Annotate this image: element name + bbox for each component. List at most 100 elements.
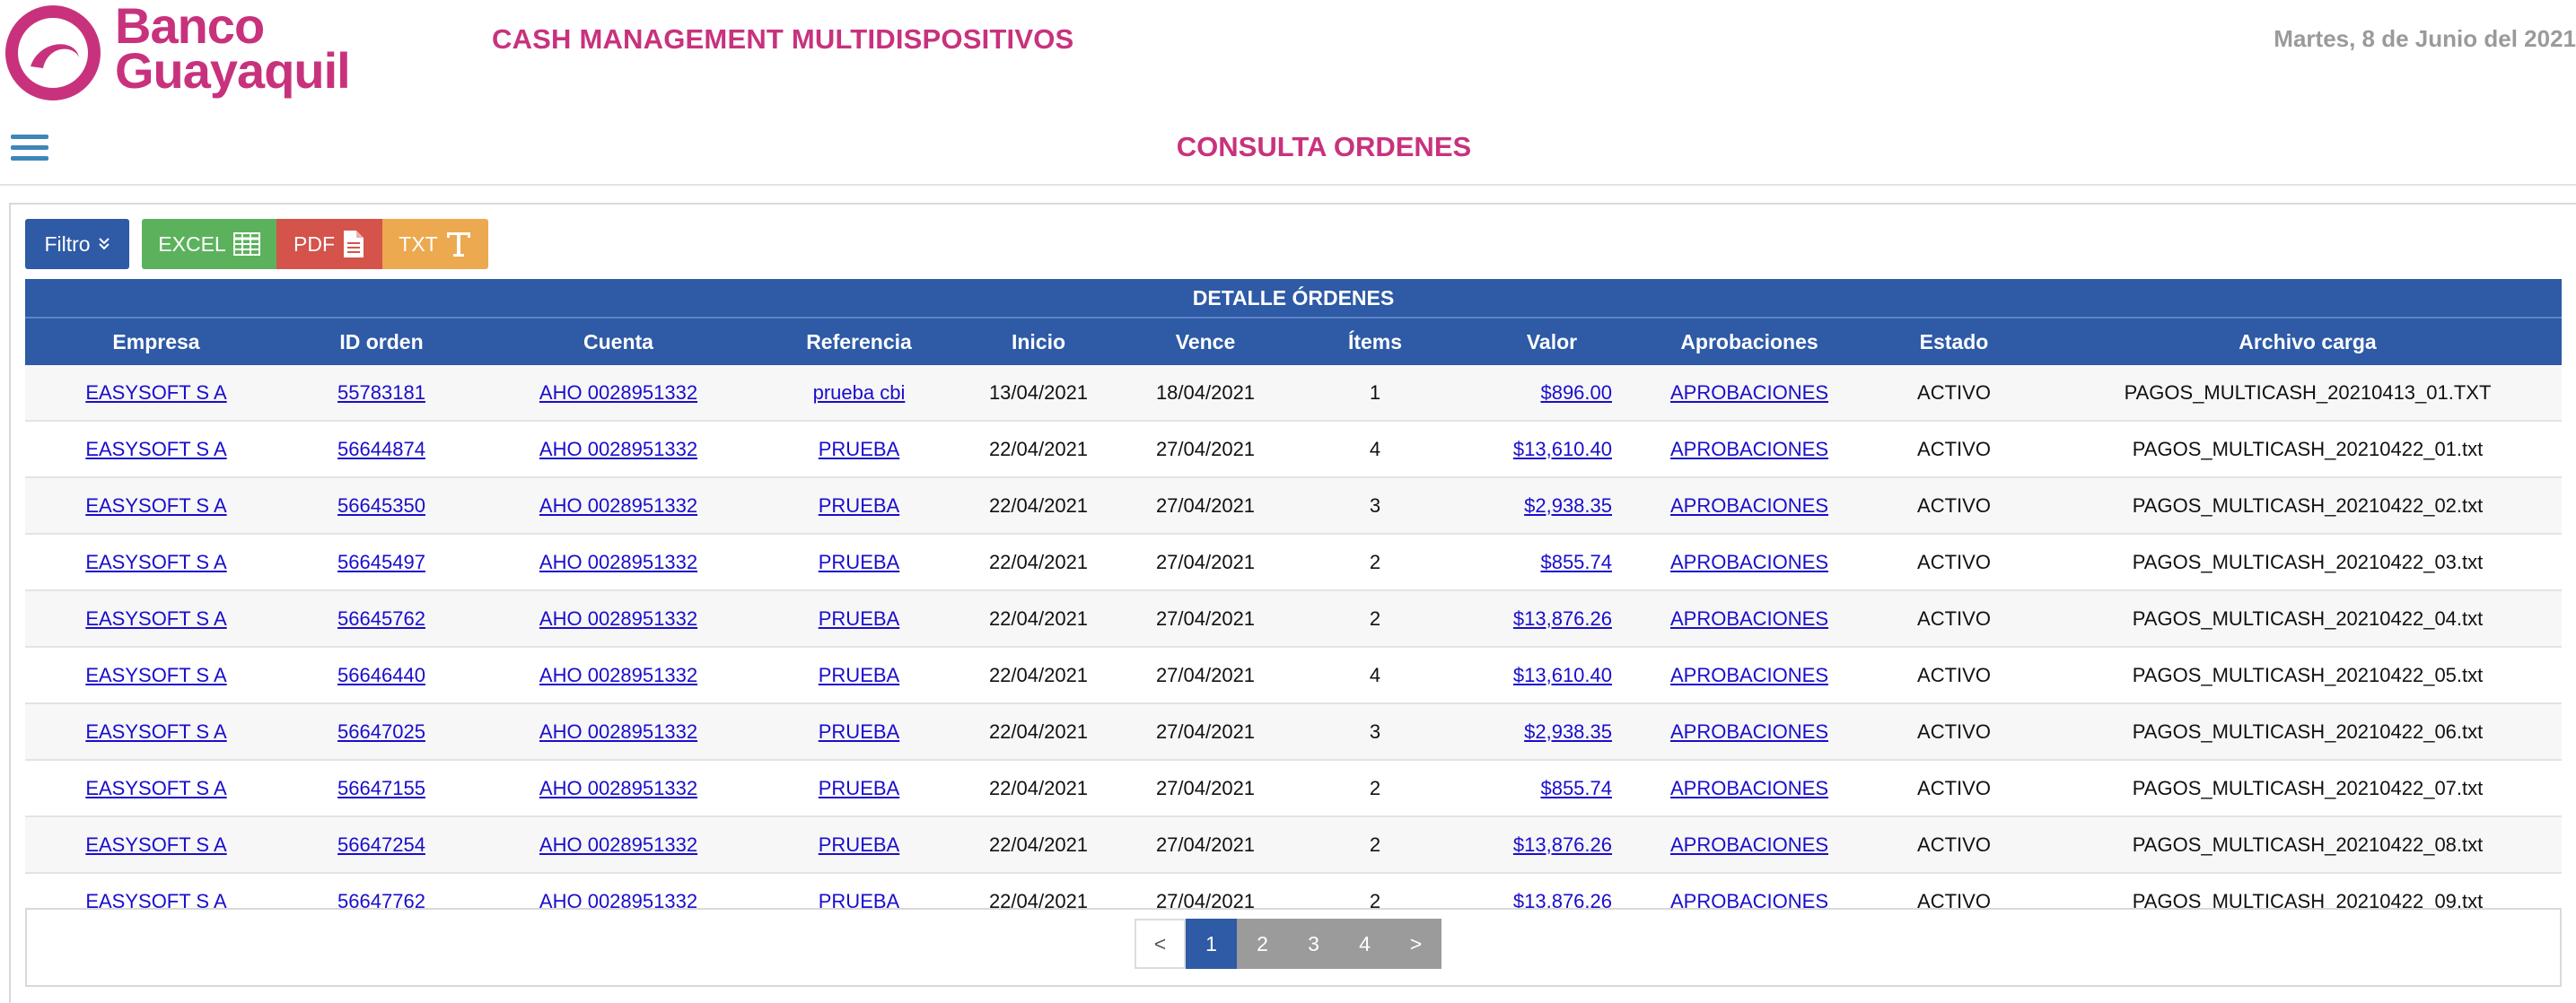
cuenta-link[interactable]: AHO 0028951332 — [539, 551, 697, 573]
cell-empresa: EASYSOFT S A — [25, 816, 287, 874]
page-button-2[interactable]: 2 — [1237, 919, 1288, 969]
cuenta-link[interactable]: AHO 0028951332 — [539, 833, 697, 856]
bank-logo[interactable]: Banco Guayaquil — [4, 1, 363, 102]
page-title: CONSULTA ORDENES — [1176, 131, 1472, 162]
cell-cuenta: AHO 0028951332 — [476, 647, 761, 704]
empresa-link[interactable]: EASYSOFT S A — [85, 381, 226, 404]
valor-link[interactable]: $13,876.26 — [1513, 607, 1612, 630]
id-orden-link[interactable]: 56645350 — [337, 494, 425, 517]
cell-empresa: EASYSOFT S A — [25, 365, 287, 422]
empresa-link[interactable]: EASYSOFT S A — [85, 607, 226, 630]
cell-aprobaciones: APROBACIONES — [1644, 647, 1854, 704]
empresa-link[interactable]: EASYSOFT S A — [85, 494, 226, 517]
id-orden-link[interactable]: 56645497 — [337, 551, 425, 573]
logo-ring-icon — [5, 5, 101, 100]
valor-link[interactable]: $855.74 — [1540, 777, 1612, 799]
empresa-link[interactable]: EASYSOFT S A — [85, 833, 226, 856]
cell-estado: ACTIVO — [1854, 703, 2054, 761]
aprobaciones-link[interactable]: APROBACIONES — [1670, 607, 1828, 630]
export-pdf-button[interactable]: PDF — [276, 219, 382, 269]
cell-inicio: 22/04/2021 — [957, 534, 1120, 591]
cuenta-link[interactable]: AHO 0028951332 — [539, 664, 697, 686]
empresa-link[interactable]: EASYSOFT S A — [85, 777, 226, 799]
id-orden-link[interactable]: 56647025 — [337, 720, 425, 743]
export-txt-button[interactable]: TXT — [382, 219, 488, 269]
aprobaciones-link[interactable]: APROBACIONES — [1670, 381, 1828, 404]
cuenta-link[interactable]: AHO 0028951332 — [539, 494, 697, 517]
referencia-link[interactable]: PRUEBA — [819, 551, 899, 573]
page-button-3[interactable]: 3 — [1288, 919, 1339, 969]
cuenta-link[interactable]: AHO 0028951332 — [539, 777, 697, 799]
table-body: EASYSOFT S A 55783181 AHO 0028951332 prueba… — [25, 365, 2562, 930]
cell-id-orden: 56645497 — [287, 534, 476, 591]
document-icon — [344, 231, 364, 257]
pagination: <1 2 3 4 > — [1135, 919, 1441, 969]
aprobaciones-link[interactable]: APROBACIONES — [1670, 833, 1828, 856]
cuenta-link[interactable]: AHO 0028951332 — [539, 720, 697, 743]
empresa-link[interactable]: EASYSOFT S A — [85, 664, 226, 686]
referencia-link[interactable]: PRUEBA — [819, 720, 899, 743]
valor-link[interactable]: $2,938.35 — [1524, 494, 1612, 517]
aprobaciones-link[interactable]: APROBACIONES — [1670, 551, 1828, 573]
cell-valor: $2,938.35 — [1459, 477, 1644, 535]
page-button-4[interactable]: 4 — [1339, 919, 1390, 969]
column-header: Empresa — [25, 317, 287, 365]
referencia-link[interactable]: PRUEBA — [819, 607, 899, 630]
cell-items: 2 — [1291, 590, 1459, 648]
prev-page-button[interactable]: < — [1135, 919, 1186, 969]
id-orden-link[interactable]: 56647254 — [337, 833, 425, 856]
aprobaciones-link[interactable]: APROBACIONES — [1670, 720, 1828, 743]
id-orden-link[interactable]: 55783181 — [337, 381, 425, 404]
column-header: ID orden — [287, 317, 476, 365]
cuenta-link[interactable]: AHO 0028951332 — [539, 438, 697, 460]
aprobaciones-link[interactable]: APROBACIONES — [1670, 438, 1828, 460]
aprobaciones-link[interactable]: APROBACIONES — [1670, 494, 1828, 517]
cuenta-link[interactable]: AHO 0028951332 — [539, 381, 697, 404]
aprobaciones-link[interactable]: APROBACIONES — [1670, 777, 1828, 799]
cell-valor: $13,610.40 — [1459, 421, 1644, 478]
referencia-link[interactable]: PRUEBA — [819, 833, 899, 856]
cell-items: 4 — [1291, 647, 1459, 704]
referencia-link[interactable]: PRUEBA — [819, 438, 899, 460]
export-toolbar: Filtro EXCEL PDF TXT — [25, 219, 488, 269]
cell-inicio: 22/04/2021 — [957, 760, 1120, 817]
empresa-link[interactable]: EASYSOFT S A — [85, 551, 226, 573]
id-orden-link[interactable]: 56645762 — [337, 607, 425, 630]
cell-estado: ACTIVO — [1854, 647, 2054, 704]
aprobaciones-link[interactable]: APROBACIONES — [1670, 664, 1828, 686]
cell-aprobaciones: APROBACIONES — [1644, 816, 1854, 874]
export-excel-button[interactable]: EXCEL — [142, 219, 276, 269]
valor-link[interactable]: $2,938.35 — [1524, 720, 1612, 743]
cuenta-link[interactable]: AHO 0028951332 — [539, 607, 697, 630]
id-orden-link[interactable]: 56647155 — [337, 777, 425, 799]
valor-link[interactable]: $13,876.26 — [1513, 833, 1612, 856]
cell-id-orden: 56647254 — [287, 816, 476, 874]
cell-empresa: EASYSOFT S A — [25, 703, 287, 761]
filter-button[interactable]: Filtro — [25, 219, 129, 269]
cell-aprobaciones: APROBACIONES — [1644, 703, 1854, 761]
page-button-1[interactable]: 1 — [1186, 919, 1237, 969]
cell-inicio: 22/04/2021 — [957, 590, 1120, 648]
cell-archivo-carga: PAGOS_MULTICASH_20210422_02.txt — [2054, 477, 2562, 535]
referencia-link[interactable]: PRUEBA — [819, 777, 899, 799]
valor-link[interactable]: $13,610.40 — [1513, 438, 1612, 460]
table-row: EASYSOFT S A 55783181 AHO 0028951332 prueba… — [25, 365, 2562, 422]
cell-archivo-carga: PAGOS_MULTICASH_20210422_08.txt — [2054, 816, 2562, 874]
referencia-link[interactable]: PRUEBA — [819, 494, 899, 517]
id-orden-link[interactable]: 56644874 — [337, 438, 425, 460]
empresa-link[interactable]: EASYSOFT S A — [85, 438, 226, 460]
valor-link[interactable]: $855.74 — [1540, 551, 1612, 573]
table-header-row: Empresa ID orden Cuenta Referencia Inicio Ven… — [25, 317, 2562, 365]
table-row: EASYSOFT S A 56645350 AHO 0028951332 PRUEBA… — [25, 477, 2562, 535]
cell-vence: 27/04/2021 — [1120, 703, 1291, 761]
valor-link[interactable]: $13,610.40 — [1513, 664, 1612, 686]
column-header: Estado — [1854, 317, 2054, 365]
referencia-link[interactable]: prueba cbi — [813, 381, 906, 404]
referencia-link[interactable]: PRUEBA — [819, 664, 899, 686]
id-orden-link[interactable]: 56646440 — [337, 664, 425, 686]
valor-link[interactable]: $896.00 — [1540, 381, 1612, 404]
cell-aprobaciones: APROBACIONES — [1644, 477, 1854, 535]
cell-cuenta: AHO 0028951332 — [476, 703, 761, 761]
next-page-button[interactable]: > — [1390, 919, 1441, 969]
empresa-link[interactable]: EASYSOFT S A — [85, 720, 226, 743]
